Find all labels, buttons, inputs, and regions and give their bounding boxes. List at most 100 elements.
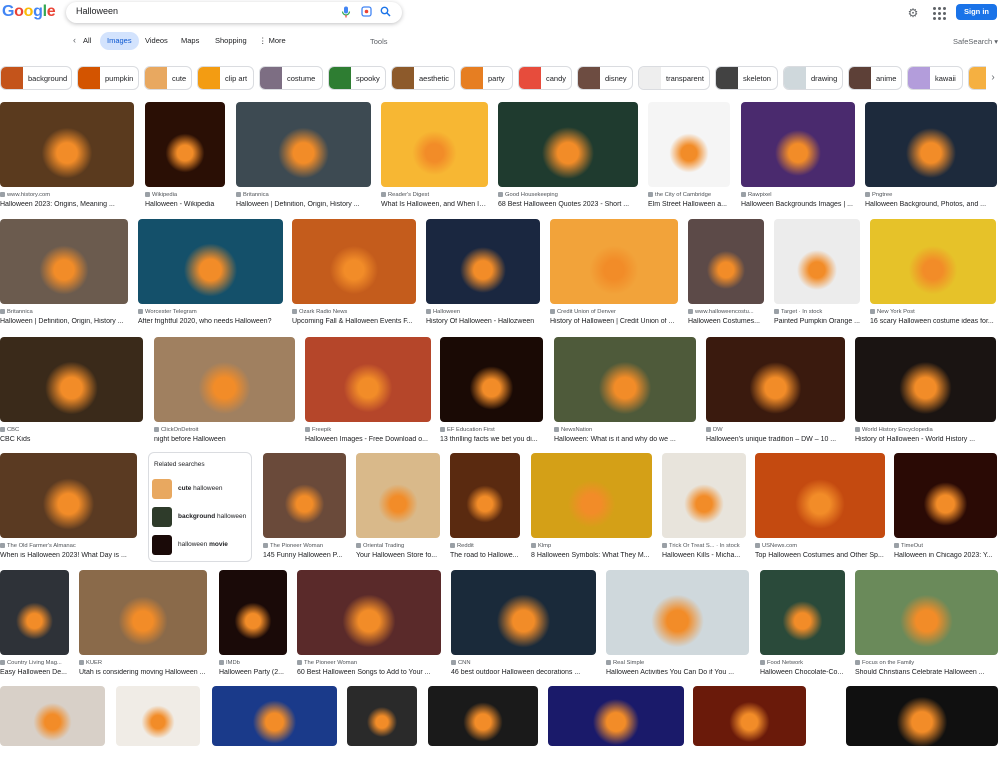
suggestion-chip[interactable]: costume: [259, 66, 323, 90]
image-result[interactable]: Real Simple Halloween Activities You Can …: [606, 570, 749, 677]
result-thumbnail[interactable]: [381, 102, 488, 187]
result-title[interactable]: Easy Halloween De...: [0, 669, 69, 676]
image-result[interactable]: KUER Utah is considering moving Halloween…: [79, 570, 207, 677]
suggestion-chip[interactable]: kawaii: [907, 66, 963, 90]
result-thumbnail[interactable]: [662, 453, 746, 538]
image-result[interactable]: The Old Farmer's Almanac When is Hallowee…: [0, 453, 137, 560]
suggestion-chip[interactable]: background: [0, 66, 72, 90]
result-thumbnail[interactable]: [212, 686, 337, 746]
result-title[interactable]: The road to Hallowe...: [450, 552, 520, 559]
suggestion-chip[interactable]: cute: [144, 66, 192, 90]
result-thumbnail[interactable]: [356, 453, 440, 538]
result-title[interactable]: Top Halloween Costumes and Other Sp...: [755, 552, 885, 559]
result-title[interactable]: night before Halloween: [154, 436, 295, 443]
suggestion-chip[interactable]: aesthetic: [391, 66, 455, 90]
result-title[interactable]: Halloween - Wikipedia: [145, 201, 225, 208]
result-thumbnail[interactable]: [428, 686, 538, 746]
result-title[interactable]: 68 Best Halloween Quotes 2023 - Short ..…: [498, 201, 638, 208]
image-result[interactable]: www.halloweencostu... Halloween Costumes.…: [688, 219, 764, 326]
lens-icon[interactable]: [360, 6, 372, 18]
result-thumbnail[interactable]: [846, 686, 998, 746]
chevron-right-icon[interactable]: ›: [986, 66, 1000, 90]
result-title[interactable]: Your Halloween Store fo...: [356, 552, 440, 559]
image-result[interactable]: www.history.com Halloween 2023: Origins, …: [0, 102, 134, 209]
image-result[interactable]: USNews.com Top Halloween Costumes and Oth…: [755, 453, 885, 560]
result-title[interactable]: Halloween Background, Photos, and ...: [865, 201, 997, 208]
result-title[interactable]: CBC Kids: [0, 436, 143, 443]
result-thumbnail[interactable]: [0, 102, 134, 187]
result-thumbnail[interactable]: [145, 102, 225, 187]
tab-more[interactable]: ⋮ More: [252, 32, 293, 50]
result-thumbnail[interactable]: [760, 570, 845, 655]
result-thumbnail[interactable]: [606, 570, 749, 655]
image-result[interactable]: Credit Union of Denver History of Hallowe…: [550, 219, 678, 326]
image-result[interactable]: Reader's Digest What Is Halloween, and Wh…: [381, 102, 488, 209]
result-thumbnail[interactable]: [138, 219, 283, 304]
result-thumbnail[interactable]: [855, 570, 998, 655]
result-thumbnail[interactable]: [440, 337, 543, 422]
result-thumbnail[interactable]: [648, 102, 730, 187]
image-result[interactable]: The Pioneer Woman 60 Best Halloween Songs…: [297, 570, 441, 677]
result-title[interactable]: History of Halloween - World History ...: [855, 436, 996, 443]
image-result[interactable]: NewsNation Halloween: What is it and why …: [554, 337, 696, 444]
image-result[interactable]: New York Post 16 scary Halloween costume …: [870, 219, 996, 326]
result-title[interactable]: History Of Halloween - Hallozween: [426, 318, 540, 325]
image-result[interactable]: DW Halloween's unique tradition – DW – 10…: [706, 337, 845, 444]
suggestion-chip[interactable]: party: [460, 66, 513, 90]
image-result[interactable]: Klmp 8 Halloween Symbols: What They M...: [531, 453, 652, 560]
image-result[interactable]: [347, 686, 417, 768]
result-title[interactable]: Should Christians Celebrate Halloween ..…: [855, 669, 998, 676]
image-result[interactable]: Halloween History Of Halloween - Hallozwe…: [426, 219, 540, 326]
result-thumbnail[interactable]: [305, 337, 431, 422]
result-title[interactable]: Halloween Costumes...: [688, 318, 764, 325]
search-box[interactable]: Halloween: [66, 2, 402, 23]
result-title[interactable]: 46 best outdoor Halloween decorations ..…: [451, 669, 596, 676]
result-thumbnail[interactable]: [0, 570, 69, 655]
result-thumbnail[interactable]: [498, 102, 638, 187]
image-result[interactable]: Reddit The road to Hallowe...: [450, 453, 520, 560]
image-result[interactable]: Food Network Halloween Chocolate-Co...: [760, 570, 845, 677]
suggestion-chip[interactable]: anime: [848, 66, 902, 90]
result-title[interactable]: 145 Funny Halloween P...: [263, 552, 346, 559]
result-title[interactable]: Upcoming Fall & Halloween Events F...: [292, 318, 416, 325]
result-title[interactable]: 13 thrilling facts we bet you di...: [440, 436, 543, 443]
image-result[interactable]: The Pioneer Woman 145 Funny Halloween P..…: [263, 453, 346, 560]
result-title[interactable]: Halloween Kills - Micha...: [662, 552, 746, 559]
suggestion-chip[interactable]: spooky: [328, 66, 386, 90]
image-result[interactable]: [428, 686, 538, 768]
result-thumbnail[interactable]: [855, 337, 996, 422]
image-result[interactable]: Freepik Halloween Images - Free Download …: [305, 337, 431, 444]
image-result[interactable]: Oriental Trading Your Halloween Store fo.…: [356, 453, 440, 560]
related-search-item[interactable]: halloween movie: [152, 535, 252, 557]
result-thumbnail[interactable]: [531, 453, 652, 538]
result-title[interactable]: Halloween Chocolate-Co...: [760, 669, 845, 676]
result-thumbnail[interactable]: [154, 337, 295, 422]
image-result[interactable]: IMDb Halloween Party (2...: [219, 570, 287, 677]
related-search-item[interactable]: cute halloween: [152, 479, 252, 501]
result-title[interactable]: Halloween Activities You Can Do if You .…: [606, 669, 749, 676]
suggestion-chip[interactable]: disney: [577, 66, 633, 90]
image-result[interactable]: Focus on the Family Should Christians Cel…: [855, 570, 998, 677]
result-title[interactable]: Utah is considering moving Halloween ...: [79, 669, 207, 676]
tab-all[interactable]: All: [76, 32, 98, 50]
image-result[interactable]: Worcester Telegram After frightful 2020, …: [138, 219, 283, 326]
result-thumbnail[interactable]: [865, 102, 997, 187]
result-thumbnail[interactable]: [297, 570, 441, 655]
image-result[interactable]: TimeOut Halloween in Chicago 2023: Y...: [894, 453, 997, 560]
result-title[interactable]: Halloween: What is it and why do we ...: [554, 436, 696, 443]
image-result[interactable]: World History Encyclopedia History of Hal…: [855, 337, 996, 444]
result-thumbnail[interactable]: [870, 219, 996, 304]
result-title[interactable]: 8 Halloween Symbols: What They M...: [531, 552, 652, 559]
image-result[interactable]: the City of Cambridge Elm Street Hallowee…: [648, 102, 730, 209]
image-result[interactable]: Wikipedia Halloween - Wikipedia: [145, 102, 225, 209]
image-result[interactable]: ClickOnDetroit night before Halloween: [154, 337, 295, 444]
result-title[interactable]: Elm Street Halloween a...: [648, 201, 730, 208]
result-title[interactable]: Halloween Images - Free Download o...: [305, 436, 431, 443]
image-result[interactable]: [846, 686, 998, 768]
result-thumbnail[interactable]: [0, 337, 143, 422]
tab-videos[interactable]: Videos: [138, 32, 175, 50]
result-thumbnail[interactable]: [0, 219, 128, 304]
result-title[interactable]: After frightful 2020, who needs Hallowee…: [138, 318, 283, 325]
search-icon[interactable]: [379, 6, 391, 18]
result-thumbnail[interactable]: [741, 102, 855, 187]
